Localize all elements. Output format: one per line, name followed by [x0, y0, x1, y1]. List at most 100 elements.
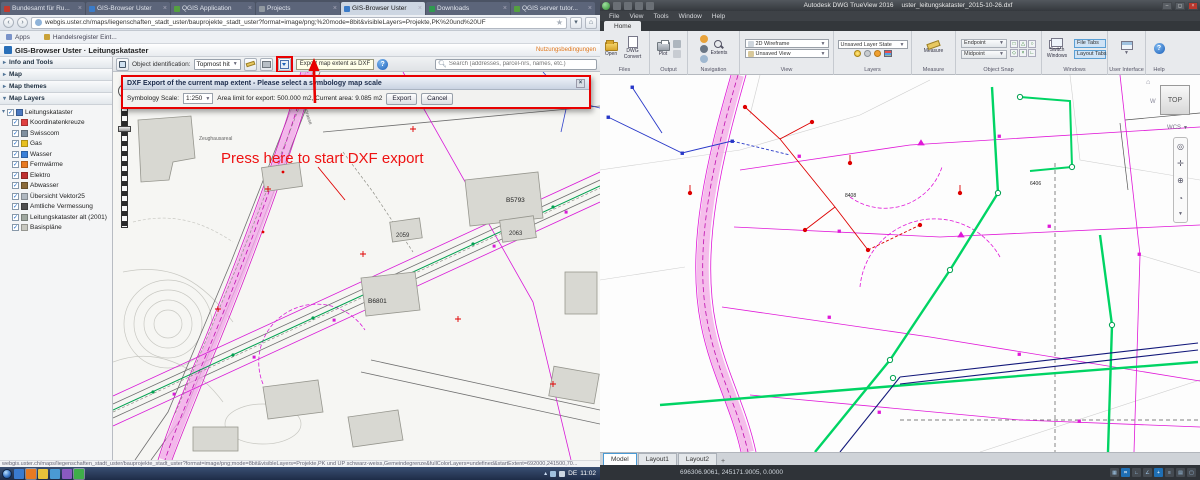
plot-button[interactable]: Plot [657, 39, 670, 58]
layer-item[interactable]: ✓Swisscom [0, 128, 112, 139]
zoom-slider-knob[interactable] [118, 126, 131, 132]
named-view-select[interactable]: Unsaved View▼ [745, 49, 829, 58]
add-layout-icon[interactable]: + [718, 458, 728, 465]
dialog-close-icon[interactable]: × [576, 79, 585, 88]
chevron-down-icon[interactable]: ▾ [2, 109, 5, 115]
gis-map-area[interactable]: B5793 B6801 2059 2063 Zeughausareal Buch… [113, 72, 600, 460]
snap-square-icon[interactable]: □ [1010, 40, 1018, 48]
layer-checkbox[interactable]: ✓ [12, 140, 19, 147]
layer-tree-root[interactable]: ▾✓Leitungskataster [0, 107, 112, 118]
sidebar-header-map-layers[interactable]: ▾Map Layers [0, 93, 112, 105]
snap-cross-icon[interactable]: × [1019, 49, 1027, 57]
switch-windows-button[interactable]: Switch Windows [1043, 38, 1071, 60]
trueview-drawing-area[interactable]: 8408 6406 ⌂ TOP W WCS▼ ◎ ✛ ⊕ ◔ ▼ [600, 75, 1200, 452]
export-confirm-button[interactable]: Export [386, 93, 417, 105]
browser-tab[interactable]: GIS-Browser Uster× [86, 2, 170, 15]
back-button[interactable]: ‹ [3, 17, 14, 28]
sidebar-header-map[interactable]: ▸Map [0, 69, 112, 81]
layer-checkbox[interactable]: ✓ [12, 224, 19, 231]
layer-item[interactable]: ✓Elektro [0, 170, 112, 181]
ortho-toggle-icon[interactable]: ∟ [1132, 468, 1141, 477]
language-indicator[interactable]: DE [568, 470, 577, 477]
layer-thaw-icon[interactable] [874, 50, 881, 57]
tab-home[interactable]: Home [604, 21, 641, 31]
layer-properties-icon[interactable] [884, 50, 892, 57]
layer-item[interactable]: ✓Leitungskataster alt (2001) [0, 212, 112, 223]
layout-tabs-toggle[interactable]: Layout Tabs [1074, 50, 1106, 59]
trueview-title-bar[interactable]: Autodesk DWG TrueView 2016 uster_leitung… [600, 0, 1200, 11]
home-icon[interactable]: ⌂ [585, 17, 597, 29]
dwg-convert-button[interactable]: DWG Convert [621, 36, 645, 61]
layer-checkbox[interactable]: ✓ [12, 214, 19, 221]
cancel-button[interactable]: Cancel [421, 93, 453, 105]
browser-tab[interactable]: QGIS server tutor...× [511, 2, 595, 15]
start-button[interactable] [2, 469, 12, 479]
close-button[interactable]: × [1188, 2, 1198, 10]
workspace-icon[interactable]: ▤ [1176, 468, 1185, 477]
taskbar-explorer-icon[interactable] [38, 469, 48, 479]
identify-tool-button[interactable] [116, 58, 129, 71]
full-navigation-wheel-icon[interactable]: ◎ [1177, 143, 1184, 151]
measure-tool-button[interactable] [244, 58, 257, 71]
tab-close-icon[interactable]: × [333, 5, 337, 12]
qat-open-icon[interactable] [613, 2, 621, 10]
pan-hand-icon[interactable] [700, 35, 708, 43]
terms-link[interactable]: Nutzungsbedingungen [536, 47, 596, 53]
snap-triangle-icon[interactable]: △ [1019, 40, 1027, 48]
file-tabs-toggle[interactable]: File Tabs [1074, 39, 1106, 48]
qat-plot-icon[interactable] [624, 2, 632, 10]
help-question-icon[interactable]: ? [1154, 43, 1165, 54]
tray-network-icon[interactable] [550, 471, 556, 477]
layer-checkbox[interactable]: ✓ [12, 119, 19, 126]
preview-icon[interactable] [673, 50, 681, 58]
viewcube-top-face[interactable]: TOP [1160, 85, 1190, 115]
layer-item[interactable]: ✓Abwasser [0, 181, 112, 192]
layer-item[interactable]: ✓Basispläne [0, 223, 112, 234]
polar-toggle-icon[interactable]: ∠ [1143, 468, 1152, 477]
visual-style-select[interactable]: 2D Wireframe▼ [745, 39, 829, 48]
bookmark-item[interactable]: Handelsregister Eint... [44, 34, 117, 41]
snap-perpendicular-icon[interactable]: ∟ [1028, 49, 1036, 57]
sidebar-header-info-tools[interactable]: ▸Info and Tools [0, 57, 112, 69]
taskbar-app-icon[interactable] [62, 469, 72, 479]
tab-layout2[interactable]: Layout2 [678, 453, 717, 465]
orbit-icon[interactable]: ◔ [1178, 195, 1183, 203]
help-icon[interactable]: ? [377, 59, 388, 70]
midpoint-snap-button[interactable]: Midpoint▼ [961, 50, 1007, 59]
grid-toggle-icon[interactable]: ▦ [1110, 468, 1119, 477]
menu-help[interactable]: Help [707, 13, 730, 20]
browser-tab[interactable]: Bundesamt für Ru...× [1, 2, 85, 15]
layer-on-icon[interactable] [854, 50, 861, 57]
snap-circle-icon[interactable]: ○ [1028, 40, 1036, 48]
tray-expand-icon[interactable]: ▴ [544, 471, 547, 477]
layer-item[interactable]: ✓Koordinatenkreuze [0, 118, 112, 129]
tab-close-icon[interactable]: × [418, 5, 422, 12]
fullscreen-icon[interactable]: ▢ [1187, 468, 1196, 477]
layer-state-select[interactable]: Unsaved Layer State▼ [838, 40, 908, 49]
print-button[interactable] [260, 58, 273, 71]
snap-diamond-icon[interactable]: ◇ [1010, 49, 1018, 57]
menu-tools[interactable]: Tools [648, 13, 673, 20]
search-input[interactable] [449, 61, 594, 67]
object-identification-select[interactable]: Topmost hit▼ [194, 59, 241, 70]
browser-tab[interactable]: QGIS Application× [171, 2, 255, 15]
batch-plot-icon[interactable] [673, 40, 681, 48]
chevron-down-icon[interactable]: ▼ [1178, 212, 1183, 217]
orbit-icon[interactable] [700, 55, 708, 63]
menu-window[interactable]: Window [674, 13, 707, 20]
layer-item[interactable]: ✓Fernwärme [0, 160, 112, 171]
minimize-button[interactable]: – [1162, 2, 1172, 10]
viewcube[interactable]: ⌂ TOP W [1148, 81, 1190, 123]
measure-button[interactable]: Measure [924, 42, 943, 55]
steering-wheel-icon[interactable] [700, 45, 708, 53]
url-bar[interactable]: webgis.uster.ch/maps/liegenschaften_stad… [31, 17, 567, 29]
snap-toggle-icon[interactable]: ⌗ [1121, 468, 1130, 477]
taskbar-firefox-icon[interactable] [26, 469, 36, 479]
trueview-drawing[interactable]: 8408 6406 [600, 75, 1200, 452]
taskbar-qgis-icon[interactable] [74, 469, 84, 479]
taskbar-app-icon[interactable] [50, 469, 60, 479]
dialog-title-bar[interactable]: DXF Export of the current map extent - P… [123, 77, 589, 90]
menu-file[interactable]: File [604, 13, 624, 20]
browser-tab[interactable]: Downloads× [426, 2, 510, 15]
layer-checkbox[interactable]: ✓ [12, 182, 19, 189]
